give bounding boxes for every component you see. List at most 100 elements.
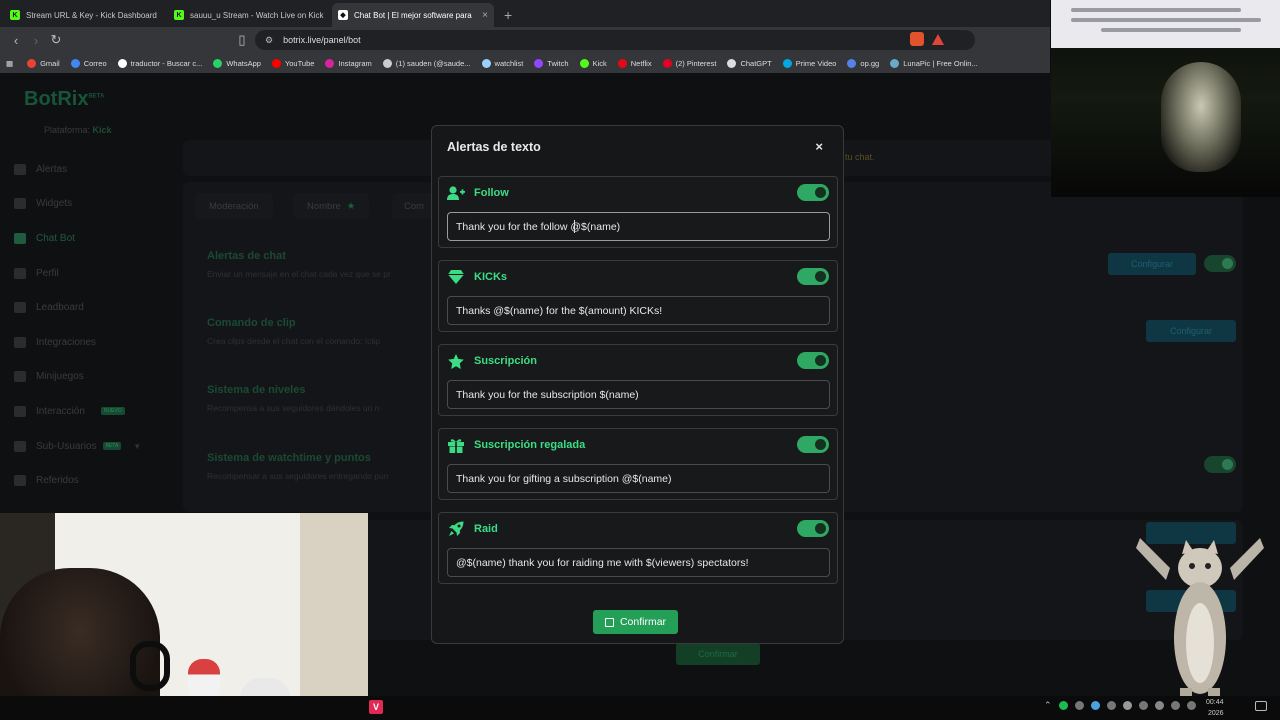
users-icon — [14, 440, 26, 452]
platform-label: Plataforma: — [44, 125, 91, 135]
sidebar-item-chat-bot[interactable]: Chat Bot — [14, 221, 174, 256]
gift-icon — [447, 437, 465, 453]
kick-icon: K — [10, 10, 20, 20]
brave-rewards-icon[interactable] — [932, 34, 944, 45]
close-icon[interactable]: × — [815, 139, 823, 154]
sidebar-item-label: Perfil — [36, 267, 59, 279]
bookmark-twitch[interactable]: Twitch — [534, 58, 569, 68]
raid-alert-toggle[interactable] — [797, 520, 829, 537]
bookmark-correo[interactable]: Correo — [70, 58, 107, 68]
tray-icon[interactable] — [1138, 701, 1148, 710]
profile-icon — [14, 267, 26, 279]
bookmark-chatgpt[interactable]: ChatGPT — [727, 58, 772, 68]
sidebar-item-integraciones[interactable]: Integraciones — [14, 325, 174, 360]
bookmark-label: (2) Pinterest — [675, 58, 717, 68]
bg-confirm-button[interactable]: Confirmar — [676, 643, 760, 665]
bookmark-instagram[interactable]: Instagram — [325, 58, 372, 68]
tray-icon[interactable] — [1106, 701, 1116, 710]
follow-alert-toggle[interactable] — [797, 184, 829, 201]
gifted-subscription-alert-toggle[interactable] — [797, 436, 829, 453]
bookmark-label: Twitch — [547, 58, 569, 68]
bookmark-lunapic[interactable]: LunaPic | Free Onlin... — [890, 58, 978, 68]
spotify-icon[interactable] — [1058, 701, 1068, 710]
subscription-message-input[interactable] — [447, 380, 830, 409]
watchtime-toggle[interactable] — [1204, 456, 1236, 473]
site-info-icon[interactable]: ⚙ — [265, 35, 273, 46]
tab-moderacion[interactable]: Moderación — [195, 193, 273, 219]
webcam-wall — [300, 513, 368, 720]
sidebar-item-perfil[interactable]: Perfil — [14, 256, 174, 291]
sidebar-item-minijuegos[interactable]: Minijuegos — [14, 360, 174, 395]
sidebar-item-widgets[interactable]: Widgets — [14, 187, 174, 222]
sidebar-item-sub-usuarios[interactable]: Sub-Usuarios BETA ▼ — [14, 429, 174, 464]
configure-clip-button[interactable]: Configurar — [1146, 320, 1236, 342]
bookmark-label: traductor - Buscar c... — [130, 58, 203, 68]
sidebar-item-leadboard[interactable]: Leadboard — [14, 290, 174, 325]
new-tab-button[interactable]: + — [496, 7, 520, 27]
beta-badge: BETA — [102, 442, 122, 451]
subscription-alert-toggle[interactable] — [797, 352, 829, 369]
bookmark-opgg[interactable]: op.gg — [847, 58, 880, 68]
follow-message-input[interactable] — [447, 212, 830, 241]
bookmark-gmail[interactable]: Gmail — [27, 58, 60, 68]
sidebar-item-referidos[interactable]: Referidos — [14, 463, 174, 498]
bookmark-youtube[interactable]: YouTube — [271, 58, 315, 68]
new-badge: NUEVO — [100, 407, 125, 416]
bookmark-label: LunaPic | Free Onlin... — [903, 58, 978, 68]
sidebar-item-alertas[interactable]: Alertas — [14, 152, 174, 187]
sidebar-item-interaccion[interactable]: Interacción NUEVO — [14, 394, 174, 429]
alert-header: Follow — [447, 185, 509, 201]
bookmark-label: op.gg — [860, 58, 880, 68]
bookmark-icon[interactable]: ▯ — [232, 32, 252, 48]
chevron-up-icon[interactable]: ⌃ — [1044, 700, 1052, 711]
bookmark-kick[interactable]: Kick — [579, 58, 607, 68]
watchlist-icon — [481, 58, 491, 68]
browser-tab-kick-dashboard[interactable]: K Stream URL & Key - Kick Dashboard — [4, 3, 166, 27]
kicks-message-input[interactable] — [447, 296, 830, 325]
tab-nombre[interactable]: Nombre ★ — [293, 193, 370, 219]
taskbar-clock[interactable]: 00:44 2026 — [1206, 697, 1224, 719]
gifted-subscription-message-input[interactable] — [447, 464, 830, 493]
tray-icon[interactable] — [1074, 701, 1084, 710]
bookmark-label: Instagram — [338, 58, 372, 68]
bell-icon — [14, 163, 26, 175]
tray-icon[interactable] — [1154, 701, 1164, 710]
reload-icon[interactable]: ↻ — [46, 32, 66, 48]
back-icon[interactable]: ‹ — [6, 33, 26, 48]
tray-icon[interactable] — [1122, 701, 1132, 710]
bookmark-prime-video[interactable]: Prime Video — [782, 58, 836, 68]
configure-alertas-chat-button[interactable]: Configurar — [1108, 253, 1196, 275]
forward-icon[interactable]: › — [26, 33, 46, 48]
raid-message-input[interactable] — [447, 548, 830, 577]
apps-icon[interactable]: ▦ — [6, 59, 13, 68]
bookmark-label: Kick — [592, 58, 607, 68]
bookmark-traductor[interactable]: traductor - Buscar c... — [117, 58, 203, 68]
sidebar-item-label: Minijuegos — [36, 371, 84, 383]
volume-icon[interactable] — [1186, 701, 1196, 710]
bookmark-netflix[interactable]: Netflix — [617, 58, 652, 68]
bookmark-pinterest[interactable]: (2) Pinterest — [662, 58, 717, 68]
blurred-line — [1071, 8, 1241, 12]
referral-icon — [14, 475, 26, 487]
confirm-button[interactable]: Confirmar — [593, 610, 678, 634]
bookmark-x[interactable]: (1) sauden (@saude... — [382, 58, 471, 68]
vivaldi-app-icon[interactable]: V — [369, 700, 383, 714]
brave-shield-icon[interactable] — [910, 32, 924, 46]
sidebar-item-label: Integraciones — [36, 336, 97, 348]
browser-tab-botrix[interactable]: ◆ Chat Bot | El mejor software para × — [332, 3, 494, 27]
botrix-icon: ◆ — [338, 10, 348, 20]
network-icon[interactable] — [1170, 701, 1180, 710]
bookmark-whatsapp[interactable]: WhatsApp — [213, 58, 261, 68]
close-tab-icon[interactable]: × — [482, 10, 488, 21]
tab-comandos[interactable]: Com — [392, 193, 437, 219]
tray-icon[interactable] — [1090, 701, 1100, 710]
button-label: Configurar — [1169, 326, 1213, 336]
notifications-icon[interactable] — [1255, 701, 1267, 711]
opgg-icon — [847, 58, 857, 68]
url-bar[interactable]: ⚙ botrix.live/panel/bot — [255, 30, 975, 50]
alertas-chat-toggle[interactable] — [1204, 255, 1236, 272]
browser-tab-kick-stream[interactable]: K sauuu_u Stream - Watch Live on Kick — [168, 3, 330, 27]
bookmark-watchlist[interactable]: watchlist — [481, 58, 523, 68]
bookmark-label: YouTube — [284, 58, 315, 68]
kicks-alert-toggle[interactable] — [797, 268, 829, 285]
